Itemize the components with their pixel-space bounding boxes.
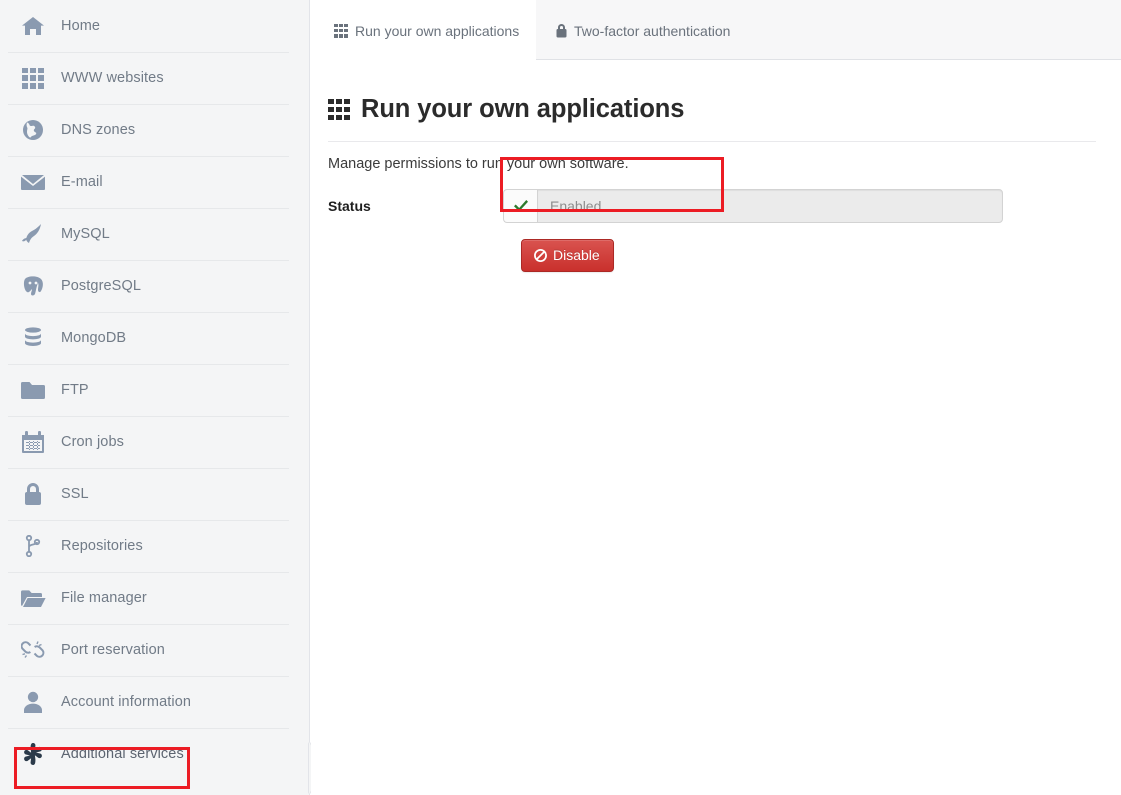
status-input[interactable]	[537, 189, 1003, 223]
status-row: Status	[328, 189, 1121, 223]
sidebar-item-label: Account information	[61, 694, 191, 710]
lock-icon	[20, 481, 46, 507]
main-content: Run your own applications Two-factor aut…	[311, 0, 1121, 795]
grid-icon	[328, 99, 350, 120]
sidebar-item-additional-services[interactable]: Additional services	[0, 728, 309, 780]
sidebar-item-label: SSL	[61, 486, 89, 502]
browser-page: Home WWW websites DNS zones E-mail MySQL	[0, 0, 1121, 795]
home-icon	[20, 13, 46, 39]
folder-open-icon	[20, 585, 46, 611]
sidebar-item-postgresql[interactable]: PostgreSQL	[0, 260, 309, 312]
sidebar-item-repositories[interactable]: Repositories	[0, 520, 309, 572]
sidebar-item-dns-zones[interactable]: DNS zones	[0, 104, 309, 156]
tab-bar: Run your own applications Two-factor aut…	[311, 0, 1121, 61]
form-actions: Disable	[328, 239, 1121, 272]
git-branch-icon	[20, 533, 46, 559]
disable-button-label: Disable	[553, 247, 600, 263]
globe-icon	[20, 117, 46, 143]
status-form: Status Disable	[311, 189, 1121, 272]
sidebar-item-label: MongoDB	[61, 330, 126, 346]
tab-run-your-own-applications[interactable]: Run your own applications	[317, 0, 536, 61]
dolphin-icon	[20, 221, 46, 247]
folder-icon	[20, 377, 46, 403]
sidebar-item-label: Cron jobs	[61, 434, 124, 450]
grid-icon	[20, 65, 46, 91]
sidebar-item-file-manager[interactable]: File manager	[0, 572, 309, 624]
title-divider	[328, 141, 1096, 142]
asterisk-icon	[20, 741, 46, 767]
sidebar-item-www-websites[interactable]: WWW websites	[0, 52, 309, 104]
status-input-group	[503, 189, 1003, 223]
sidebar-item-home[interactable]: Home	[0, 0, 309, 52]
sidebar-item-label: PostgreSQL	[61, 278, 141, 294]
sidebar-item-mongodb[interactable]: MongoDB	[0, 312, 309, 364]
sidebar-item-label: Repositories	[61, 538, 143, 554]
sidebar-item-label: Port reservation	[61, 642, 165, 658]
sidebar-item-label: E-mail	[61, 174, 103, 190]
ban-icon	[534, 249, 547, 262]
sidebar-item-label: MySQL	[61, 226, 110, 242]
sidebar-item-port-reservation[interactable]: Port reservation	[0, 624, 309, 676]
envelope-icon	[20, 169, 46, 195]
check-icon	[503, 189, 537, 223]
sidebar-item-email[interactable]: E-mail	[0, 156, 309, 208]
sidebar-item-ftp[interactable]: FTP	[0, 364, 309, 416]
sidebar-item-label: Home	[61, 18, 100, 34]
sidebar-item-label: Additional services	[61, 746, 184, 762]
sidebar-item-ssl[interactable]: SSL	[0, 468, 309, 520]
sidebar-item-account-information[interactable]: Account information	[0, 676, 309, 728]
lock-icon	[556, 24, 567, 38]
sidebar-item-label: FTP	[61, 382, 89, 398]
user-icon	[20, 689, 46, 715]
elephant-icon	[20, 273, 46, 299]
sidebar-nav: Home WWW websites DNS zones E-mail MySQL	[0, 0, 310, 795]
tab-two-factor-authentication[interactable]: Two-factor authentication	[539, 0, 747, 61]
sidebar-item-mysql[interactable]: MySQL	[0, 208, 309, 260]
page-title-text: Run your own applications	[361, 95, 684, 124]
sidebar-item-label: WWW websites	[61, 70, 164, 86]
disable-button[interactable]: Disable	[521, 239, 614, 272]
page-description: Manage permissions to run your own softw…	[328, 156, 1121, 172]
sidebar-item-label: File manager	[61, 590, 147, 606]
database-icon	[20, 325, 46, 351]
broken-link-icon	[20, 637, 46, 663]
sidebar-item-label: DNS zones	[61, 122, 135, 138]
page-title: Run your own applications	[328, 95, 1121, 124]
tab-label: Run your own applications	[355, 23, 519, 39]
sidebar-item-cron-jobs[interactable]: Cron jobs	[0, 416, 309, 468]
status-label: Status	[328, 198, 503, 214]
tab-label: Two-factor authentication	[574, 23, 730, 39]
page-header: Run your own applications	[311, 61, 1121, 124]
grid-icon	[334, 24, 348, 38]
calendar-icon	[20, 429, 46, 455]
